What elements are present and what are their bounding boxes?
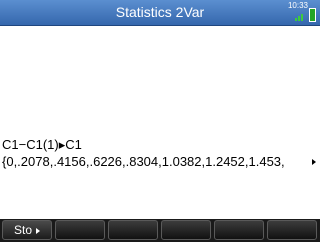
history-command: C1−C1(1)▸C1	[2, 137, 82, 152]
soft-menu-bar: Sto	[0, 219, 320, 242]
battery-icon	[309, 8, 316, 22]
history-result: {0,.2078,.4156,.6226,.8304,1.0382,1.2452…	[2, 154, 285, 169]
store-arrow-icon	[36, 227, 40, 234]
title-bar: Statistics 2Var 10:33	[0, 0, 320, 26]
sto-button[interactable]: Sto	[2, 220, 52, 240]
softkey-5[interactable]	[214, 220, 264, 240]
softkey-6[interactable]	[267, 220, 317, 240]
softkey-4[interactable]	[161, 220, 211, 240]
sto-button-label: Sto	[13, 223, 32, 237]
softkey-2[interactable]	[55, 220, 105, 240]
clock: 10:33	[287, 1, 308, 10]
app-title: Statistics 2Var	[115, 4, 205, 20]
signal-icon	[295, 14, 305, 21]
softkey-3[interactable]	[108, 220, 158, 240]
more-right-icon[interactable]	[312, 159, 316, 165]
